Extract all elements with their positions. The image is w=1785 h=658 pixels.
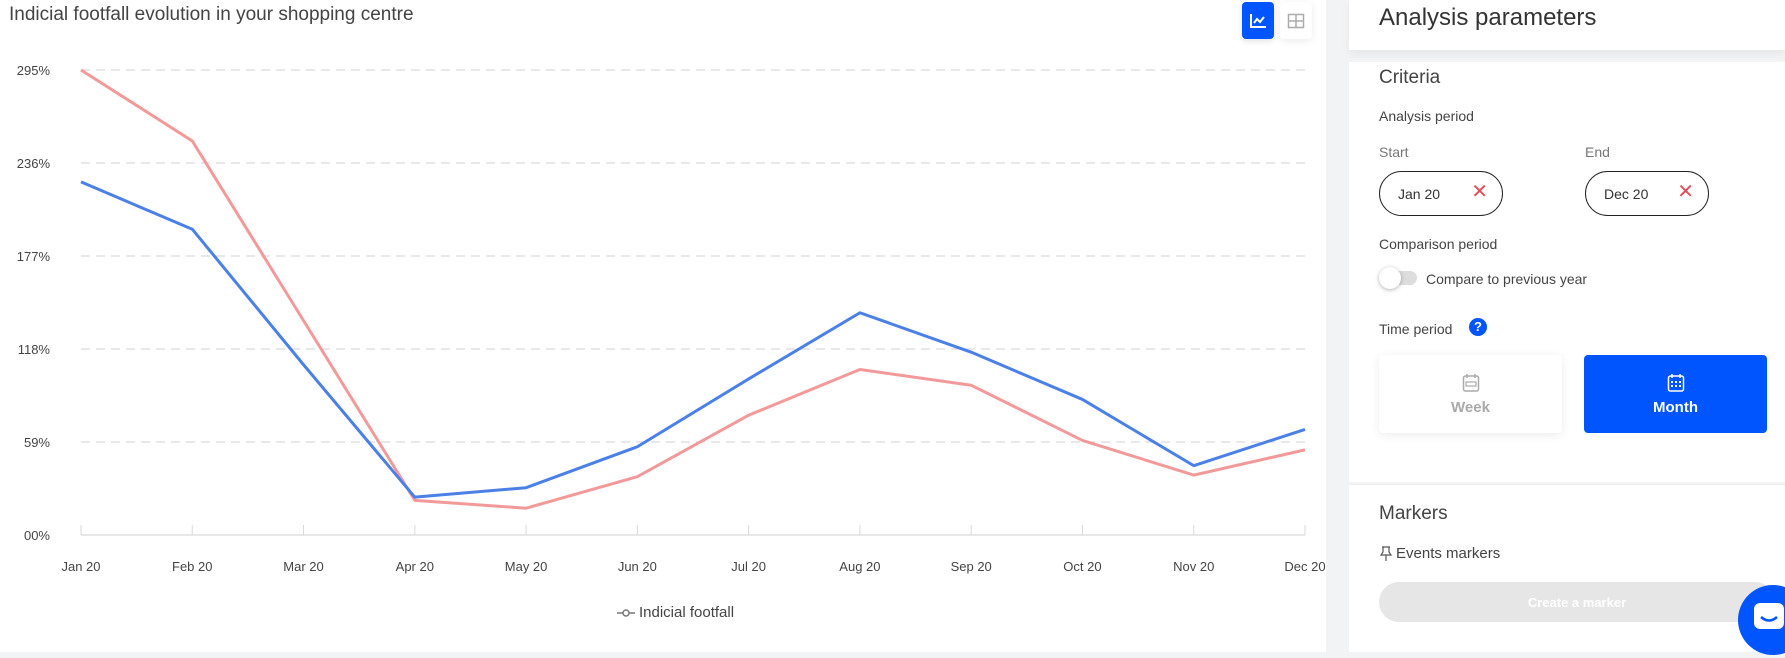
criteria-heading: Criteria (1379, 67, 1441, 88)
toggle-knob (1379, 267, 1401, 289)
criteria-section: Criteria Analysis period Start End Jan 2… (1349, 62, 1785, 482)
period-week-button[interactable]: Week (1379, 355, 1562, 433)
x-tick-label: Nov 20 (1173, 559, 1214, 574)
period-month-button[interactable]: Month (1584, 355, 1767, 433)
x-tick-label: Jan 20 (61, 559, 100, 574)
calendar-month-icon (1667, 373, 1684, 392)
help-icon[interactable]: ? (1469, 318, 1487, 336)
analysis-period-label: Analysis period (1379, 108, 1474, 124)
series-line-indicial-footfall (80, 180, 1306, 499)
end-label: End (1585, 144, 1610, 160)
chat-icon (1754, 603, 1784, 629)
pin-icon (1379, 545, 1393, 561)
start-label: Start (1379, 144, 1409, 160)
time-period-label: Time period (1379, 321, 1453, 337)
create-marker-button[interactable]: Create a marker (1379, 582, 1775, 622)
comparison-period-label: Comparison period (1379, 236, 1498, 252)
x-tick-label: Mar 20 (283, 559, 323, 574)
x-tick-label: Feb 20 (172, 559, 212, 574)
sidebar-header: Analysis parameters (1349, 0, 1785, 50)
markers-section: Markers Events markers Create a marker (1349, 484, 1785, 652)
compare-toggle-label: Compare to previous year (1426, 271, 1588, 287)
events-markers-row[interactable]: Events markers (1379, 545, 1500, 562)
x-tick-label: Dec 20 (1284, 559, 1325, 574)
chart-legend[interactable]: Indicial footfall (617, 604, 734, 621)
compare-previous-year-toggle[interactable] (1379, 267, 1419, 289)
x-tick-label: May 20 (505, 559, 548, 574)
x-tick-label: Jun 20 (618, 559, 657, 574)
legend-line-marker-icon (617, 608, 635, 617)
legend-label: Indicial footfall (639, 604, 735, 621)
y-tick-label: 59% (24, 435, 50, 450)
x-tick-label: Oct 20 (1063, 559, 1101, 574)
y-tick-label: 00% (24, 528, 50, 543)
period-month-label: Month (1653, 398, 1698, 416)
x-tick-label: Apr 20 (396, 559, 434, 574)
markers-heading: Markers (1379, 503, 1448, 524)
y-tick-label: 236% (17, 156, 51, 171)
clear-start-icon[interactable]: ✕ (1471, 181, 1488, 203)
y-tick-label: 118% (18, 342, 51, 357)
y-tick-label: 177% (17, 249, 51, 264)
y-tick-label: 295% (17, 63, 51, 78)
period-week-label: Week (1451, 398, 1490, 416)
chart-card: Indicial footfall evolution in your shop… (0, 0, 1326, 652)
line-chart: 00% 59% 118% 177% 236% 295% Jan 20 Feb 20 Mar 20… (17, 63, 1326, 574)
sidebar-title: Analysis parameters (1379, 4, 1597, 31)
calendar-week-icon (1462, 373, 1479, 392)
x-tick-label: Aug 20 (839, 559, 880, 574)
end-date-value: Dec 20 (1604, 185, 1649, 202)
end-date-field[interactable]: Dec 20 ✕ (1585, 171, 1709, 216)
start-date-value: Jan 20 (1398, 185, 1441, 202)
x-tick-label: Sep 20 (951, 559, 992, 574)
start-date-field[interactable]: Jan 20 ✕ (1379, 171, 1503, 216)
clear-end-icon[interactable]: ✕ (1677, 181, 1694, 203)
events-markers-label: Events markers (1396, 545, 1501, 562)
x-tick-label: Jul 20 (731, 559, 766, 574)
